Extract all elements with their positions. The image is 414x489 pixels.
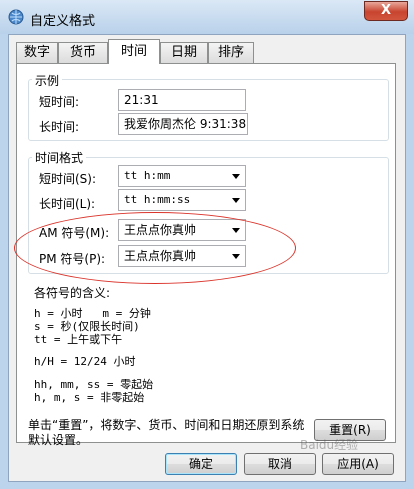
pm-symbol-value: 王点点你真帅: [124, 249, 197, 263]
tab-sort[interactable]: 排序: [208, 42, 254, 63]
sample-short-label: 短时间:: [39, 95, 80, 109]
short-time-combo[interactable]: tt h:mm: [118, 165, 246, 187]
tab-time[interactable]: 时间: [108, 39, 160, 64]
sample-long-label: 长时间:: [39, 120, 80, 134]
ok-button[interactable]: 确定: [165, 453, 237, 475]
window-title: 自定义格式: [30, 14, 96, 29]
legend-line: tt = 上午或下午: [34, 333, 123, 346]
am-symbol-value: 王点点你真帅: [124, 223, 197, 237]
cancel-button[interactable]: 取消: [244, 453, 316, 475]
reset-note: 单击“重置”，将数字、货币、时间和日期还原到系统默认设置。: [28, 418, 305, 447]
long-time-value: tt h:mm:ss: [124, 193, 191, 206]
dropdown-arrow-icon: [232, 254, 240, 259]
dropdown-arrow-icon: [232, 198, 240, 203]
pm-symbol-combo[interactable]: 王点点你真帅: [118, 245, 246, 267]
sample-long-field: 我爱你周杰伦 9:31:38: [118, 113, 248, 135]
sample-short-field: 21:31: [118, 89, 246, 111]
legend-title: 各符号的含义:: [34, 286, 111, 300]
tab-number[interactable]: 数字: [16, 42, 58, 63]
pm-symbol-label: PM 符号(P):: [39, 252, 106, 266]
short-time-value: tt h:mm: [124, 169, 171, 182]
dropdown-arrow-icon: [232, 174, 240, 179]
watermark: Baidu经验: [300, 438, 359, 452]
tab-currency[interactable]: 货币: [58, 42, 108, 63]
am-symbol-label: AM 符号(M):: [39, 226, 110, 240]
legend-line: h/H = 12/24 小时: [34, 355, 136, 368]
dropdown-arrow-icon: [232, 228, 240, 233]
close-button[interactable]: X: [364, 1, 408, 21]
am-symbol-combo[interactable]: 王点点你真帅: [118, 219, 246, 241]
tab-date[interactable]: 日期: [160, 42, 208, 63]
legend-line: h, m, s = 非零起始: [34, 391, 145, 404]
globe-clock-icon: [8, 9, 24, 25]
long-time-combo[interactable]: tt h:mm:ss: [118, 189, 246, 211]
sample-group-title: 示例: [32, 72, 63, 89]
short-time-label: 短时间(S):: [39, 172, 97, 186]
long-time-label: 长时间(L):: [39, 197, 96, 211]
apply-button[interactable]: 应用(A): [322, 453, 394, 475]
time-format-group-title: 时间格式: [32, 149, 87, 166]
